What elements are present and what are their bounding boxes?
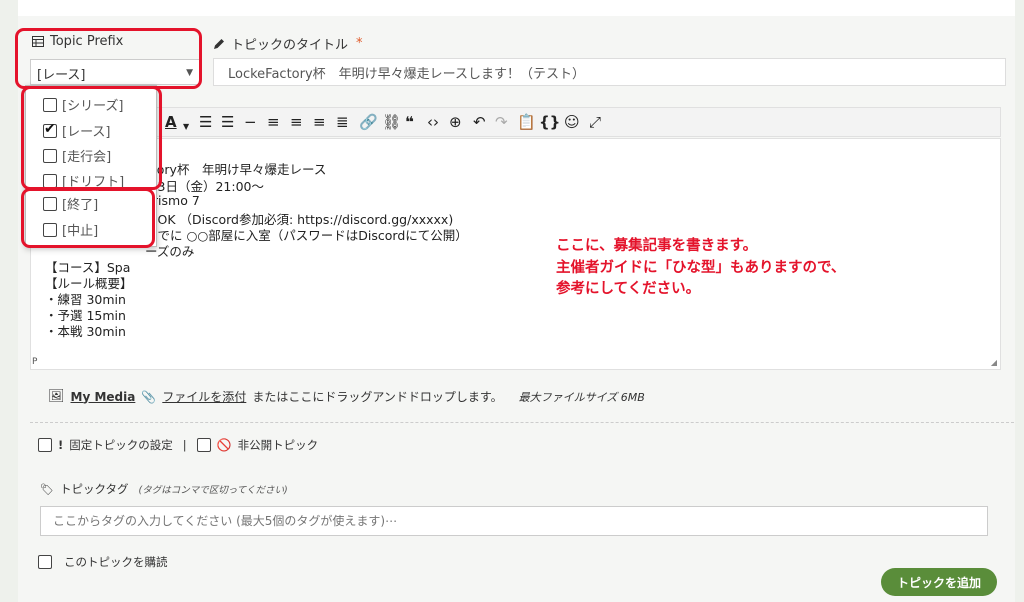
media-row: 🖼 My Media 📎 ファイルを添付 またはここにドラッグアンドドロップしま… <box>48 388 645 405</box>
content-editor[interactable]: ctory杯 年明け早々爆走レース 月3日（金）21:00〜 urismo 7 … <box>30 138 1001 370</box>
max-file-size: 最大ファイルサイズ 6MB <box>518 390 645 404</box>
subscribe-row: このトピックを購読 <box>38 554 168 570</box>
options-separator: | <box>182 438 187 452</box>
annotation-line: 主催者ガイドに「ひな型」もありますので、 <box>556 260 846 276</box>
tag-icon: 🏷 <box>40 482 54 496</box>
drop-text: またはここにドラッグアンドドロップします。 <box>252 390 503 404</box>
pencil-icon <box>214 38 224 49</box>
fullscreen-icon[interactable]: ⤢ <box>589 113 601 131</box>
align-left-icon[interactable]: ≡ <box>267 113 280 131</box>
exclamation-icon: ! <box>58 438 64 452</box>
editor-toolbar: A ▼ ☰ ☰ − ≡ ≡ ≡ ≣ 🔗 ⛓ ❝ ‹› ⊕ ↶ ↷ 📋 {} ☺ … <box>30 107 1001 137</box>
topic-options-row: ! 固定トピックの設定 | 🚫 非公開トピック <box>38 437 318 453</box>
private-checkbox[interactable] <box>196 438 211 452</box>
eye-slash-icon: 🚫 <box>216 438 232 452</box>
redo-icon[interactable]: ↷ <box>495 113 508 131</box>
insert-icon[interactable]: ⊕ <box>449 113 462 131</box>
dropdown-caret-icon[interactable]: ▼ <box>183 118 189 136</box>
add-topic-button[interactable]: トピックを追加 <box>881 568 997 596</box>
sticky-checkbox[interactable] <box>38 438 52 452</box>
my-media-link[interactable]: My Media <box>71 390 136 404</box>
link-icon[interactable]: 🔗 <box>359 113 378 131</box>
horizontal-rule-icon[interactable]: − <box>244 113 257 131</box>
sticky-label: 固定トピックの設定 <box>69 438 173 452</box>
topic-tags-label: 🏷 トピックタグ (タグはコンマで区切ってください) <box>40 481 288 497</box>
undo-icon[interactable]: ↶ <box>473 113 486 131</box>
annotation-line: 参考にしてください。 <box>556 281 701 297</box>
annotation-line: ここに、募集記事を書きます。 <box>556 238 758 254</box>
tags-input[interactable] <box>40 506 988 536</box>
editor-path: P <box>32 357 38 367</box>
topic-title-label-text: トピックのタイトル <box>231 38 349 53</box>
paste-icon[interactable]: 📋 <box>517 113 536 131</box>
subscribe-checkbox[interactable] <box>38 555 52 569</box>
images-icon: 🖼 <box>48 389 65 404</box>
quote-icon[interactable]: ❝ <box>405 113 414 131</box>
emoji-icon[interactable]: ☺ <box>564 113 580 131</box>
topic-title-input[interactable] <box>213 58 1006 86</box>
numbered-list-icon[interactable]: ☰ <box>221 113 234 131</box>
attach-file-link[interactable]: ファイルを添付 <box>162 388 246 405</box>
topic-tags-label-text: トピックタグ <box>59 482 129 496</box>
editor-line: ・本戦 30min <box>45 324 126 339</box>
section-divider <box>30 422 1014 423</box>
annotation-box-status <box>21 188 155 248</box>
paperclip-icon: 📎 <box>141 389 157 404</box>
source-code-icon[interactable]: {} <box>539 113 560 131</box>
top-card-strip <box>18 0 1015 16</box>
annotation-box-options <box>21 86 162 190</box>
unlink-icon[interactable]: ⛓ <box>382 113 401 131</box>
bulleted-list-icon[interactable]: ☰ <box>199 113 212 131</box>
private-label: 非公開トピック <box>237 438 319 452</box>
align-center-icon[interactable]: ≡ <box>290 113 303 131</box>
annotation-box-prefix <box>15 28 202 89</box>
resize-handle-icon[interactable]: ◢ <box>991 358 997 367</box>
align-right-icon[interactable]: ≡ <box>313 113 326 131</box>
code-icon[interactable]: ‹› <box>427 113 439 131</box>
font-color-icon[interactable]: A <box>165 113 177 131</box>
subscribe-label: このトピックを購読 <box>64 555 168 569</box>
topic-title-label: トピックのタイトル * <box>213 34 363 53</box>
required-mark: * <box>356 36 363 51</box>
align-justify-icon[interactable]: ≣ <box>336 113 349 131</box>
topic-tags-hint: (タグはコンマで区切ってください) <box>138 485 288 496</box>
